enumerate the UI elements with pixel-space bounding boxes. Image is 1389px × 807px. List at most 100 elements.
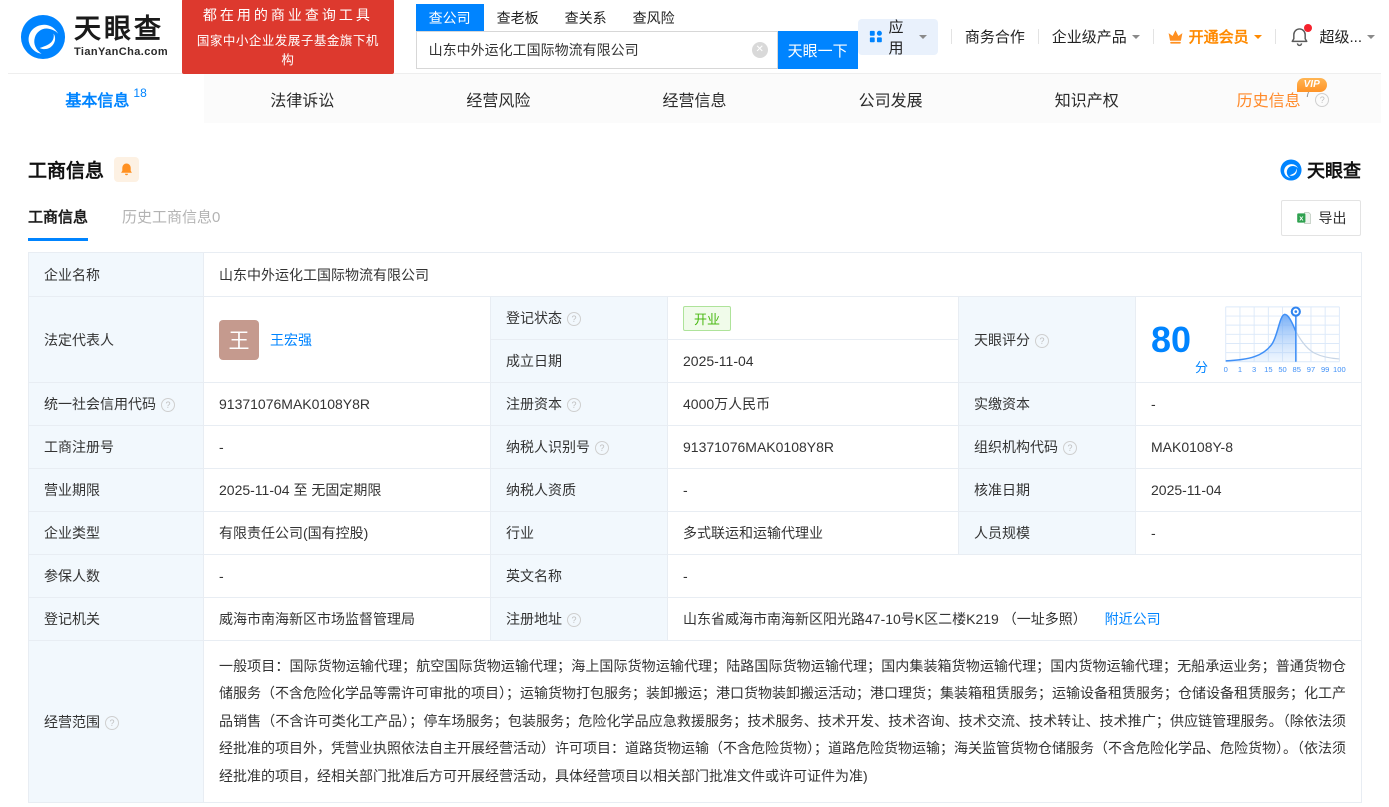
table-row: 营业期限 2025-11-04 至 无固定期限 纳税人资质 - 核准日期 202… (28, 468, 1363, 512)
field-value-reg-status: 开业 (667, 296, 959, 340)
tab-history-info[interactable]: VIP 历史信息 7 ? (1185, 74, 1381, 123)
field-value-staff-size: - (1134, 511, 1363, 555)
subtab-business-info[interactable]: 工商信息 (28, 206, 89, 241)
field-label-staff-size: 人员规模 (958, 511, 1136, 555)
field-label-reg-authority: 登记机关 (28, 597, 204, 641)
search-button[interactable]: 天眼一下 (777, 31, 858, 69)
nav-business-cooperation[interactable]: 商务合作 (965, 26, 1025, 47)
field-value-address: 山东省威海市南海新区阳光路47-10号K区二楼K219 （一址多照） 附近公司 (666, 597, 1363, 641)
search-tab-relation[interactable]: 查关系 (552, 4, 620, 31)
field-label-reg-capital: 注册资本? (490, 382, 668, 426)
field-label-business-scope: 经营范围? (28, 639, 204, 804)
help-icon[interactable]: ? (161, 398, 175, 413)
field-value-reg-number: - (203, 425, 491, 469)
tab-operating-info[interactable]: 经营信息 (596, 74, 792, 123)
field-label-address: 注册地址? (490, 597, 668, 641)
bell-icon (121, 163, 132, 176)
tab-intellectual-property[interactable]: 知识产权 (989, 74, 1185, 123)
svg-text:97: 97 (1307, 365, 1315, 374)
chevron-down-icon (1131, 35, 1140, 43)
field-value-reg-authority: 威海市南海新区市场监督管理局 (203, 597, 491, 641)
slogan-line2: 国家中小企业发展子基金旗下机构 (196, 34, 379, 67)
field-value-org-code: MAK0108Y-8 (1134, 425, 1363, 469)
divider (1152, 29, 1154, 44)
chevron-down-icon (918, 35, 927, 43)
slogan-banner: 都在用的商业查询工具 国家中小企业发展子基金旗下机构 (182, 0, 394, 74)
subscribe-bell-button[interactable] (114, 157, 140, 182)
search-tab-risk[interactable]: 查风险 (620, 4, 688, 31)
field-value-approval-date: 2025-11-04 (1134, 468, 1363, 512)
field-label-tyc-score: 天眼评分? (958, 296, 1136, 383)
tab-operating-risk[interactable]: 经营风险 (400, 74, 596, 123)
tab-basic-info[interactable]: 基本信息 18 (8, 74, 205, 123)
svg-text:1: 1 (1238, 365, 1242, 374)
table-row: 经营范围? 一般项目：国际货物运输代理；航空国际货物运输代理；海上国际货物运输代… (28, 639, 1363, 804)
field-value-tyc-score: 80 分 0 1 3 15 50 85 97 99 100 (1134, 296, 1363, 383)
help-icon[interactable]: ? (1063, 441, 1077, 456)
divider (1274, 29, 1276, 44)
help-icon[interactable]: ? (567, 398, 581, 413)
table-row: 参保人数 - 英文名称 - (28, 554, 1363, 598)
vip-badge: VIP (1296, 78, 1327, 92)
field-label-reg-number: 工商注册号 (28, 425, 204, 469)
help-icon[interactable]: ? (105, 715, 119, 730)
search-module: 查公司 查老板 查关系 查风险 ✕ 天眼一下 (415, 4, 858, 69)
field-value-business-scope: 一般项目：国际货物运输代理；航空国际货物运输代理；海上国际货物运输代理；陆路国际… (202, 639, 1363, 804)
company-tabbar: 基本信息 18 法律诉讼 经营风险 经营信息 公司发展 知识产权 VIP 历史信… (8, 73, 1381, 123)
nav-super-vip[interactable]: 超级... (1320, 26, 1376, 47)
nearby-companies-link[interactable]: 附近公司 (1105, 611, 1161, 627)
search-tab-boss[interactable]: 查老板 (484, 4, 552, 31)
watermark-text: 天眼查 (1307, 160, 1361, 181)
search-input[interactable] (416, 32, 777, 68)
field-label-org-code: 组织机构代码? (958, 425, 1136, 469)
avatar[interactable]: 王 (219, 319, 259, 360)
svg-text:3: 3 (1252, 365, 1256, 374)
notifications-bell[interactable] (1289, 24, 1312, 47)
help-icon[interactable]: ? (595, 441, 609, 456)
help-icon[interactable]: ? (567, 312, 581, 327)
table-row: 工商注册号 - 纳税人识别号? 91371076MAK0108Y8R 组织机构代… (28, 425, 1363, 469)
watermark-logo: 天眼查 (1280, 157, 1361, 183)
field-label-reg-status: 登记状态? (490, 296, 668, 340)
section-title: 工商信息 (28, 161, 105, 182)
main-content: 工商信息 天眼查 工商信息 历史工商信息0 x 导出 企业名称 山东中外运化工国… (0, 156, 1389, 804)
svg-text:100: 100 (1333, 365, 1346, 374)
chevron-down-icon (1367, 35, 1376, 43)
tianyancha-logo[interactable]: 天眼查 TianYanCha.com (20, 14, 168, 60)
field-value-credit-code: 91371076MAK0108Y8R (203, 382, 491, 426)
help-icon[interactable]: ? (1315, 92, 1330, 107)
field-value-company-name: 山东中外运化工国际物流有限公司 (202, 252, 1363, 297)
score-value: 80 (1151, 318, 1192, 360)
svg-text:99: 99 (1321, 365, 1329, 374)
export-button[interactable]: x 导出 (1281, 200, 1361, 236)
field-label-company-type: 企业类型 (28, 511, 204, 555)
logo-swirl-icon (20, 14, 66, 59)
legal-rep-link[interactable]: 王宏强 (270, 330, 312, 350)
help-icon[interactable]: ? (567, 613, 581, 628)
apps-menu[interactable]: 应用 (857, 18, 938, 57)
field-label-paid-capital: 实缴资本 (958, 382, 1136, 426)
field-label-business-term: 营业期限 (28, 468, 204, 512)
search-tab-company[interactable]: 查公司 (415, 4, 484, 31)
help-icon[interactable]: ? (1035, 333, 1049, 348)
score-distribution-chart: 0 1 3 15 50 85 97 99 100 (1224, 305, 1346, 374)
field-value-industry: 多式联运和运输代理业 (667, 511, 959, 555)
clear-icon[interactable]: ✕ (751, 42, 768, 58)
svg-text:85: 85 (1293, 365, 1301, 374)
field-value-legal-rep: 王 王宏强 (203, 296, 491, 383)
divider (1037, 29, 1039, 44)
tab-company-development[interactable]: 公司发展 (793, 74, 989, 123)
slogan-line1: 都在用的商业查询工具 (202, 7, 373, 23)
logo-domain: TianYanCha.com (74, 45, 169, 58)
svg-text:50: 50 (1278, 365, 1286, 374)
table-row: 统一社会信用代码? 91371076MAK0108Y8R 注册资本? 4000万… (28, 382, 1363, 426)
tab-legal-proceedings[interactable]: 法律诉讼 (204, 74, 400, 123)
field-label-english-name: 英文名称 (490, 554, 668, 598)
subtab-history-business-info[interactable]: 历史工商信息0 (122, 206, 220, 241)
field-value-business-term: 2025-11-04 至 无固定期限 (203, 468, 491, 512)
field-value-establish-date: 2025-11-04 (667, 339, 959, 383)
field-value-taxpayer-id: 91371076MAK0108Y8R (667, 425, 959, 469)
field-label-establish-date: 成立日期 (490, 339, 668, 383)
nav-enterprise-products[interactable]: 企业级产品 (1052, 26, 1140, 47)
nav-open-vip[interactable]: 开通会员 (1167, 26, 1262, 47)
